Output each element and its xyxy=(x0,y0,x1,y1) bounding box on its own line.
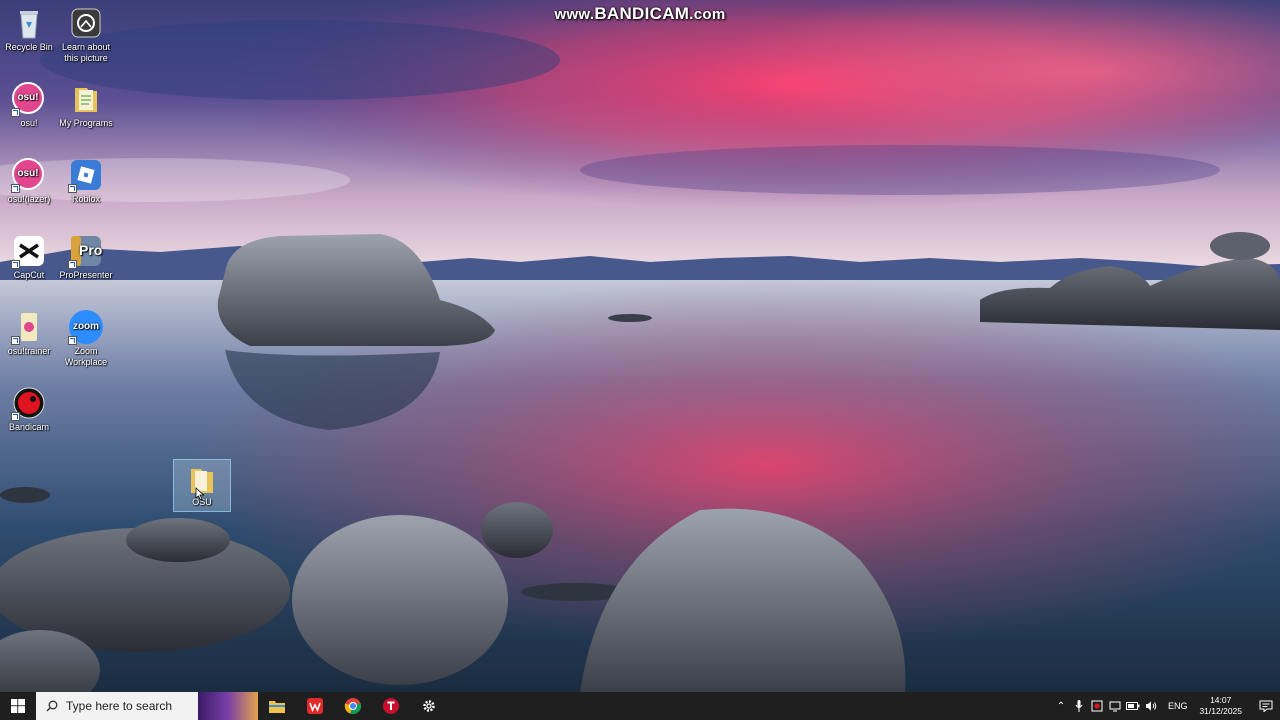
desktop-wallpaper xyxy=(0,0,1280,720)
desktop-icon-label: Recycle Bin xyxy=(5,42,53,52)
zoom-icon: zoom xyxy=(68,310,103,345)
language-indicator[interactable]: ENG xyxy=(1160,701,1196,711)
desktop-icon-label: osu!trainer xyxy=(7,346,51,356)
desktop-icon-label: Zoom Workplace xyxy=(64,346,108,367)
bandicam-watermark: www.BANDICAM.com xyxy=(0,4,1280,24)
taskbar-app-settings[interactable] xyxy=(410,692,448,720)
shortcut-arrow-icon xyxy=(11,260,20,269)
desktop-icon-label: ProPresenter xyxy=(59,270,113,280)
capcut-icon xyxy=(11,234,46,269)
bandicam-tray-icon[interactable] xyxy=(1088,692,1106,720)
gear-icon xyxy=(423,700,435,712)
roblox-icon xyxy=(68,158,103,193)
desktop-icon-osu-trainer[interactable]: osu!trainer xyxy=(0,310,58,357)
osu-lazer-icon: osu! xyxy=(11,158,46,193)
network-icon[interactable] xyxy=(1106,692,1124,720)
taskbar-clock[interactable]: 14:07 31/12/2025 xyxy=(1195,695,1252,717)
battery-icon[interactable] xyxy=(1124,692,1142,720)
camera-info-icon xyxy=(69,6,103,40)
system-tray: ⌃ ENG 14:07 31/12/2025 xyxy=(1052,692,1280,720)
watermark-brand: BANDICAM xyxy=(594,4,690,23)
clock-date: 31/12/2025 xyxy=(1199,706,1242,716)
search-highlight-image xyxy=(198,692,258,720)
desktop-icon-learn-about-picture[interactable]: Learn about this picture xyxy=(57,6,115,64)
start-button[interactable] xyxy=(0,692,36,720)
desktop-icon-my-programs[interactable]: My Programs xyxy=(57,82,115,129)
taskbar-app-chrome[interactable] xyxy=(334,692,372,720)
desktop-icon-osu[interactable]: osu! osu! xyxy=(0,82,58,129)
watermark-suffix: .com xyxy=(689,6,726,23)
desktop-icon-zoom-workplace[interactable]: zoom Zoom Workplace xyxy=(57,310,115,368)
file-explorer-icon xyxy=(269,701,285,713)
wps-office-icon xyxy=(307,698,323,714)
shortcut-arrow-icon xyxy=(11,336,20,345)
search-placeholder: Type here to search xyxy=(66,699,173,713)
desktop-icon-recycle-bin[interactable]: Recycle Bin xyxy=(0,6,58,53)
desktop-icon-capcut[interactable]: CapCut xyxy=(0,234,58,281)
search-icon xyxy=(46,700,58,712)
pro-badge: Pro xyxy=(79,242,103,258)
propresenter-icon: Pro xyxy=(68,234,103,269)
shortcut-arrow-icon xyxy=(11,184,20,193)
desktop-icon-osu-lazer[interactable]: osu! osu!(lazer) xyxy=(0,158,58,205)
windows-logo-icon xyxy=(11,699,25,713)
desktop-icon-bandicam[interactable]: Bandicam xyxy=(0,386,58,433)
chevron-up-icon[interactable]: ⌃ xyxy=(1052,692,1070,720)
desktop-icon-label: Roblox xyxy=(71,194,100,204)
shortcut-arrow-icon xyxy=(11,412,20,421)
taskbar-search-box[interactable]: Type here to search xyxy=(36,692,258,720)
microphone-icon[interactable] xyxy=(1070,692,1088,720)
shortcut-arrow-icon xyxy=(11,108,20,117)
recycle-bin-icon xyxy=(12,6,46,40)
desktop-icon-label: CapCut xyxy=(13,270,45,280)
mouse-cursor-icon xyxy=(195,487,205,506)
taskbar-app-t-app[interactable] xyxy=(372,692,410,720)
bandicam-icon xyxy=(11,386,46,421)
watermark-prefix: www. xyxy=(554,6,595,23)
shortcut-arrow-icon xyxy=(68,336,77,345)
desktop-icon-roblox[interactable]: Roblox xyxy=(57,158,115,205)
desktop-icon-label: My Programs xyxy=(59,118,113,128)
folder-icon xyxy=(69,82,103,116)
osu-trainer-icon xyxy=(11,310,46,345)
shortcut-arrow-icon xyxy=(68,184,77,193)
t-app-icon xyxy=(383,698,399,714)
lake-sunset-picture xyxy=(0,0,1280,710)
desktop-icon-propresenter[interactable]: Pro ProPresenter xyxy=(57,234,115,281)
taskbar: Type here to search ⌃ ENG 14:07 31/12/20… xyxy=(0,692,1280,720)
desktop-icon-label: Bandicam xyxy=(8,422,50,432)
osu-icon: osu! xyxy=(11,82,46,117)
shortcut-arrow-icon xyxy=(68,260,77,269)
desktop-icon-label: Learn about this picture xyxy=(61,42,111,63)
desktop-icon-label: osu! xyxy=(20,118,38,128)
chrome-icon xyxy=(344,698,362,715)
volume-icon[interactable] xyxy=(1142,692,1160,720)
clock-time: 14:07 xyxy=(1210,695,1232,705)
notification-center-icon[interactable] xyxy=(1252,692,1280,720)
taskbar-app-file-explorer[interactable] xyxy=(258,692,296,720)
taskbar-app-wps-office[interactable] xyxy=(296,692,334,720)
desktop-icon-label: osu!(lazer) xyxy=(7,194,51,204)
